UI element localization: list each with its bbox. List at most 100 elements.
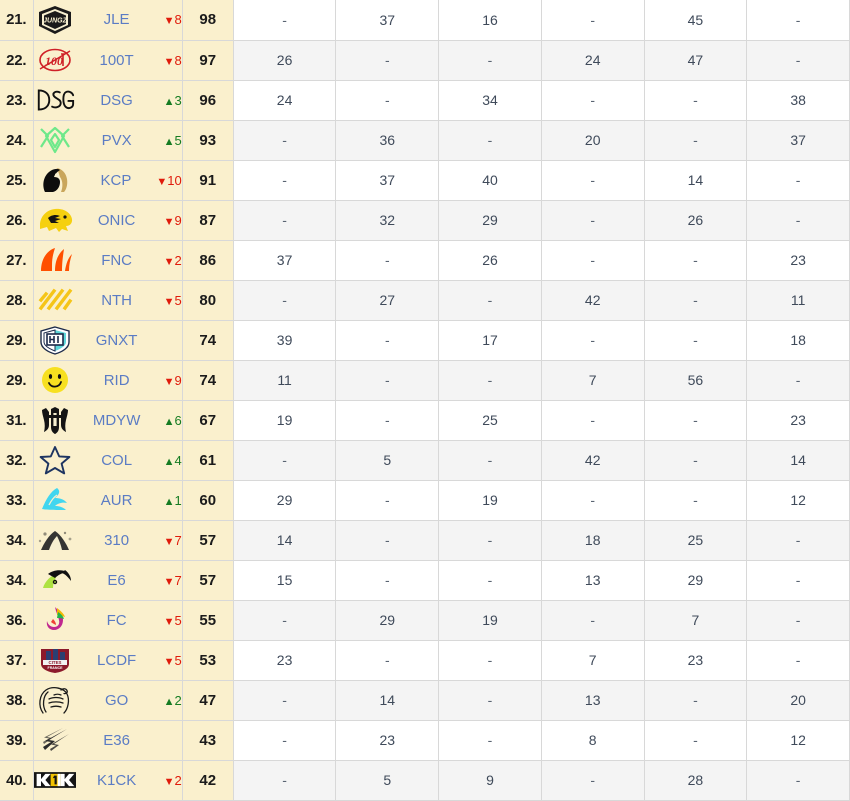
team-row-content: JUNGZ JLE ▼8 (34, 1, 182, 39)
score-cell: 74 (182, 360, 234, 401)
team-row-content: RID ▼9 (34, 361, 182, 399)
team-name-link[interactable]: KCP (76, 172, 157, 189)
team-cell[interactable]: K1CK ▼2 (33, 760, 183, 801)
rankings-table-body: 21.JUNGZJLE▼898-3716-45-22.100100T▼89726… (0, 0, 850, 801)
event-points-cell: - (233, 680, 337, 721)
event-points-cell: 5 (335, 440, 440, 481)
event-points-cell: 29 (438, 200, 542, 241)
event-points-cell: 42 (541, 280, 645, 321)
team-cell[interactable]: RID ▼9 (33, 360, 183, 401)
team-name-link[interactable]: MDYW (76, 412, 158, 429)
event-points-cell: 14 (644, 160, 748, 201)
table-row: 23. DSG ▲3 96 24-34- -38 (0, 80, 850, 121)
team-name-link[interactable]: NTH (76, 292, 158, 309)
table-row: 37. CITES FRANCE LCDF ▼5 53 23- -7 23- (0, 640, 850, 681)
team-name-link[interactable]: PVX (76, 132, 158, 149)
event-points-cell: 14 (335, 680, 440, 721)
team-cell[interactable]: FNC ▼2 (33, 240, 183, 281)
event-points-cell: 8 (541, 720, 645, 761)
team-name-link[interactable]: GO (76, 692, 158, 709)
rank-cell: 37. (0, 640, 34, 681)
team-name-link[interactable]: AUR (76, 492, 158, 509)
team-name-link[interactable]: FNC (76, 252, 158, 269)
team-row-content: AUR ▲1 (34, 481, 182, 519)
team-cell[interactable]: E36 (33, 720, 183, 761)
rank-change-value: 5 (174, 652, 182, 668)
rank-change-value: 1 (174, 492, 182, 508)
team-cell[interactable]: AUR ▲1 (33, 480, 183, 521)
team-name-link[interactable]: LCDF (76, 652, 158, 669)
team-cell[interactable]: GO ▲2 (33, 680, 183, 721)
event-points-cell: 16 (438, 0, 542, 41)
mdyw-logo (34, 404, 76, 436)
team-cell[interactable]: CITES FRANCE LCDF ▼5 (33, 640, 183, 681)
team-cell[interactable]: FC ▼5 (33, 600, 183, 641)
event-points-cell: 37 (233, 240, 337, 281)
event-points-cell: - (541, 0, 645, 41)
event-points-cell: - (644, 400, 748, 441)
team-cell[interactable]: NTH ▼5 (33, 280, 183, 321)
up-arrow-icon: ▲ (163, 135, 175, 148)
team-cell[interactable]: 100100T▼8 (33, 40, 183, 81)
score-cell: 67 (182, 400, 234, 441)
event-points-cell: 19 (438, 600, 542, 641)
team-cell[interactable]: KCP ▼10 (33, 160, 183, 201)
team-name-link[interactable]: RID (76, 372, 158, 389)
team-cell[interactable]: ONIC ▼9 (33, 200, 183, 241)
team-cell[interactable]: PVX ▲5 (33, 120, 183, 161)
team-name-link[interactable]: E6 (76, 572, 158, 589)
event-points-cell: 19 (233, 400, 337, 441)
team-cell[interactable]: COL ▲4 (33, 440, 183, 481)
down-arrow-icon: ▼ (163, 295, 175, 308)
team-cell[interactable]: 310 ▼7 (33, 520, 183, 561)
down-arrow-icon: ▼ (156, 175, 168, 188)
down-arrow-icon: ▼ (163, 655, 175, 668)
team-cell[interactable]: E6 ▼7 (33, 560, 183, 601)
event-points-cell: 17 (438, 320, 542, 361)
score-cell: 86 (182, 240, 234, 281)
rank-change-indicator: ▼8 (158, 12, 182, 27)
team-name-link[interactable]: DSG (76, 92, 158, 109)
team-name-link[interactable]: JLE (76, 11, 158, 28)
rank-change-indicator: ▼8 (158, 53, 182, 68)
event-points-cell: - (233, 0, 337, 41)
rank-cell: 39. (0, 720, 34, 761)
team-row-content: E36 (34, 721, 182, 759)
event-points-cell: 36 (335, 120, 440, 161)
event-points-cell: - (746, 40, 850, 81)
team-name-link[interactable]: GNXT (76, 332, 158, 349)
team-name-link[interactable]: E36 (76, 732, 158, 749)
team-name-link[interactable]: 310 (76, 532, 158, 549)
event-points-cell: - (438, 440, 542, 481)
rank-change-indicator: ▼2 (158, 773, 182, 788)
rank-change-indicator: ▼9 (158, 213, 182, 228)
team-name-link[interactable]: FC (76, 612, 158, 629)
event-points-cell: 27 (335, 280, 440, 321)
team-name-link[interactable]: K1CK (76, 772, 158, 789)
rank-cell: 25. (0, 160, 34, 201)
up-arrow-icon: ▲ (163, 415, 175, 428)
team-name-link[interactable]: 100T (76, 52, 158, 69)
score-cell: 87 (182, 200, 234, 241)
rank-cell: 28. (0, 280, 34, 321)
rank-change-value: 5 (174, 292, 182, 308)
team-cell[interactable]: JUNGZ JLE ▼8 (33, 0, 183, 41)
score-cell: 96 (182, 80, 234, 121)
team-name-link[interactable]: COL (76, 452, 158, 469)
event-points-cell: 5 (335, 760, 440, 801)
rank-change-indicator: ▼7 (158, 533, 182, 548)
team-cell[interactable]: GNXT (33, 320, 183, 361)
table-row: 27. FNC ▼2 86 37-26- -23 (0, 240, 850, 281)
event-points-cell: - (233, 120, 337, 161)
event-points-cell: 12 (746, 720, 850, 761)
rank-change-value: 2 (174, 252, 182, 268)
team-cell[interactable]: MDYW ▲6 (33, 400, 183, 441)
team-row-content: KCP ▼10 (34, 161, 182, 199)
event-points-cell: - (335, 320, 440, 361)
event-points-cell: 12 (746, 480, 850, 521)
team-name-link[interactable]: ONIC (76, 212, 158, 229)
event-points-cell: - (335, 80, 440, 121)
down-arrow-icon: ▼ (163, 375, 175, 388)
team-cell[interactable]: DSG ▲3 (33, 80, 183, 121)
event-points-cell: 20 (746, 680, 850, 721)
